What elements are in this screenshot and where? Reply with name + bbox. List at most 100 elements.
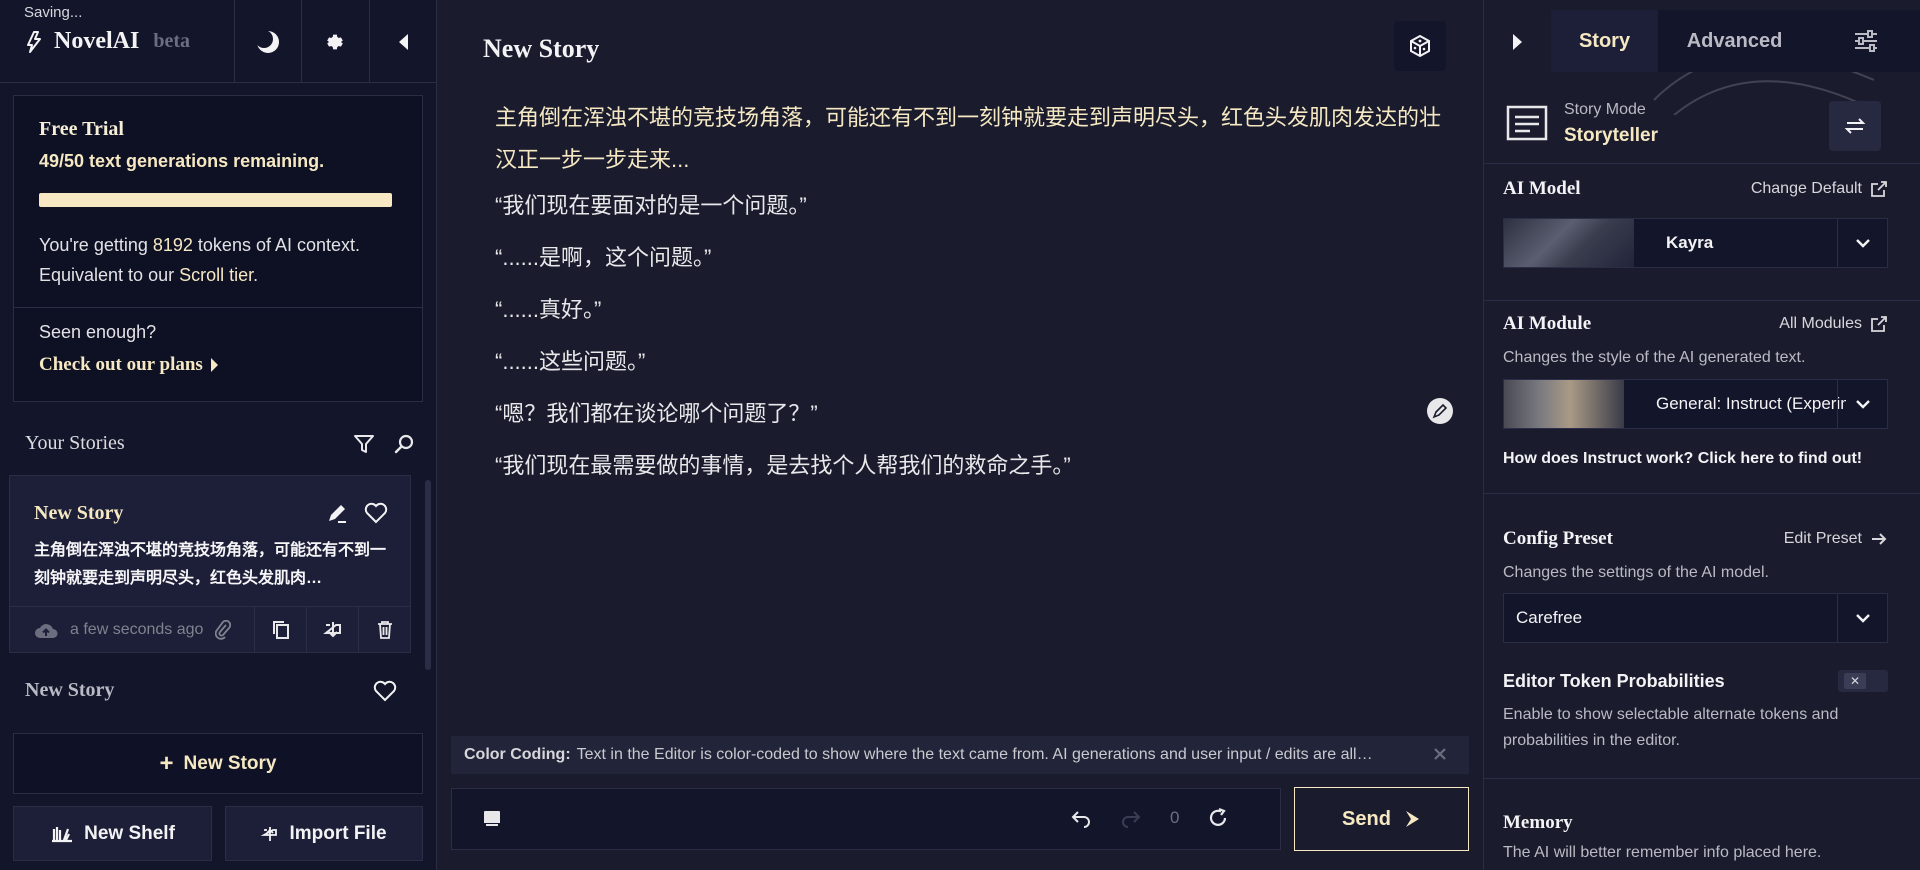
your-stories-header: Your Stories	[25, 432, 415, 455]
pen-icon	[1432, 403, 1448, 419]
chevron-down-icon	[1837, 380, 1887, 428]
collapse-sidebar-button[interactable]	[368, 0, 436, 83]
gear-icon	[327, 34, 344, 49]
story-title-heading[interactable]: New Story	[483, 34, 599, 64]
new-story-button[interactable]: + New Story	[13, 733, 423, 794]
duplicate-button[interactable]	[254, 606, 306, 653]
editor-paragraph[interactable]: “......真好。”	[483, 293, 1443, 327]
story-timestamp: a few seconds ago	[70, 620, 204, 638]
caret-right-icon	[210, 358, 218, 372]
editor-paragraph[interactable]: 主角倒在浑浊不堪的竞技场角落，可能还有不到一刻钟就要走到声明尽头，红色头发肌肉发…	[483, 97, 1443, 181]
close-icon[interactable]	[1431, 745, 1449, 763]
memory-heading: Memory	[1503, 812, 1573, 833]
plans-link[interactable]: Check out our plans	[39, 354, 219, 376]
ai-model-select[interactable]: Kayra	[1503, 218, 1888, 268]
trash-icon	[377, 620, 392, 639]
brand-name: NovelAI	[54, 28, 140, 54]
token-probabilities-description: Enable to show selectable alternate toke…	[1503, 706, 1839, 749]
divider	[1484, 163, 1920, 164]
copy-icon	[272, 620, 289, 639]
ai-module-heading: AI Module	[1503, 313, 1592, 334]
stories-scrollbar[interactable]	[425, 480, 431, 670]
story-card[interactable]: New Story 主角倒在浑浊不堪的竞技场角落，可能还有不到一刻钟就要走到声明…	[9, 475, 411, 653]
undo-icon[interactable]	[1070, 808, 1092, 828]
panel-tabs: Story Advanced	[1551, 10, 1920, 72]
story-list-item[interactable]: New Story	[25, 679, 397, 702]
editor-paragraph[interactable]: “嗯？我们都在谈论哪个问题了？”	[483, 397, 1443, 431]
random-button[interactable]	[1394, 21, 1446, 71]
tab-story[interactable]: Story	[1551, 10, 1658, 72]
heart-icon[interactable]	[373, 680, 397, 702]
token-count: 8192	[152, 235, 193, 255]
story-mode-value: Storyteller	[1564, 125, 1658, 146]
book-icon[interactable]	[482, 809, 502, 829]
model-thumbnail	[1504, 219, 1634, 267]
editor-paragraph[interactable]: “......是啊，这个问题。”	[483, 241, 1443, 275]
retry-icon[interactable]	[1207, 807, 1229, 829]
swap-icon	[1844, 118, 1866, 134]
download-button[interactable]	[306, 606, 358, 653]
token-probabilities-toggle[interactable]: ✕	[1838, 670, 1888, 692]
instruct-help-link[interactable]: How does Instruct work? Click here to fi…	[1503, 450, 1862, 468]
module-thumbnail	[1504, 380, 1624, 428]
color-coding-label: Color Coding:	[464, 746, 571, 763]
config-preset-select[interactable]: Carefree	[1503, 593, 1888, 643]
import-file-button[interactable]: Import File	[225, 806, 423, 861]
editor-paragraph[interactable]: “......这些问题。”	[483, 345, 1443, 379]
import-icon	[261, 826, 278, 841]
paperclip-icon[interactable]	[215, 619, 232, 640]
story-snippet: 主角倒在浑浊不堪的竞技场角落，可能还有不到一刻钟就要走到声明尽头，红色头发肌肉…	[34, 542, 387, 587]
config-preset-description: Changes the settings of the AI model.	[1503, 564, 1769, 581]
novelai-logo-icon	[27, 30, 41, 53]
heart-icon[interactable]	[364, 502, 388, 524]
ai-module-section: AI Module All Modules Changes the style …	[1503, 313, 1888, 371]
ai-model-section: AI Model Change Default	[1503, 178, 1888, 200]
collapse-panel-button[interactable]	[1484, 0, 1551, 83]
all-modules-link[interactable]: All Modules	[1779, 315, 1888, 333]
tier-link[interactable]: Scroll tier	[179, 265, 253, 285]
chevron-down-icon	[1837, 219, 1887, 267]
divider	[14, 307, 422, 308]
dice-icon	[1410, 34, 1430, 58]
tab-advanced[interactable]: Advanced	[1658, 10, 1811, 72]
config-preset-heading: Config Preset	[1503, 528, 1613, 549]
logo[interactable]: NovelAI beta	[24, 28, 190, 55]
config-preset-section: Config Preset Edit Preset Changes the se…	[1503, 528, 1888, 586]
ai-module-select[interactable]: General: Instruct (Experime	[1503, 379, 1888, 429]
tab-settings[interactable]	[1811, 10, 1920, 72]
send-button[interactable]: Send	[1294, 787, 1469, 851]
change-default-link[interactable]: Change Default	[1751, 180, 1888, 198]
download-icon	[322, 621, 341, 637]
send-arrow-icon	[1405, 811, 1419, 827]
new-shelf-button[interactable]: New Shelf	[13, 806, 212, 861]
token-probabilities-heading: Editor Token Probabilities	[1503, 670, 1725, 691]
divider	[1484, 493, 1920, 494]
editor-paragraph[interactable]: “我们现在最需要做的事情，是去找个人帮我们的救命之手。”	[483, 449, 1443, 483]
redo-icon[interactable]	[1120, 808, 1142, 828]
switch-mode-button[interactable]	[1829, 101, 1881, 151]
settings-button[interactable]	[301, 0, 368, 83]
free-trial-panel: Free Trial 49/50 text generations remain…	[13, 95, 423, 402]
story-editor[interactable]: 主角倒在浑浊不堪的竞技场角落，可能还有不到一刻钟就要走到声明尽头，红色头发肌肉发…	[483, 97, 1443, 501]
moon-icon	[255, 29, 279, 53]
saving-status: Saving...	[24, 4, 83, 21]
retry-count: 0	[1170, 808, 1180, 827]
color-coding-text: Text in the Editor is color-coded to sho…	[576, 746, 1373, 763]
edit-preset-link[interactable]: Edit Preset	[1784, 530, 1888, 548]
story-mode: Story Mode Storyteller	[1484, 83, 1920, 163]
delete-button[interactable]	[358, 606, 410, 653]
story-title: New Story	[34, 502, 124, 524]
editor-paragraph[interactable]: “我们现在要面对的是一个问题。”	[483, 189, 1443, 223]
edit-icon[interactable]	[326, 502, 348, 524]
right-panel: Story Advanced Story Mode Storyteller AI…	[1483, 0, 1920, 870]
close-icon: ✕	[1844, 673, 1866, 689]
trial-remaining: 49/50 text generations remaining.	[39, 151, 325, 171]
writing-indicator[interactable]	[1427, 398, 1453, 424]
theme-button[interactable]	[233, 0, 301, 83]
filter-icon[interactable]	[353, 433, 375, 455]
caret-left-icon	[398, 33, 408, 50]
divider	[1484, 778, 1920, 779]
trial-progress-bar	[39, 193, 392, 207]
search-icon[interactable]	[393, 433, 415, 455]
ai-module-description: Changes the style of the AI generated te…	[1503, 349, 1806, 366]
